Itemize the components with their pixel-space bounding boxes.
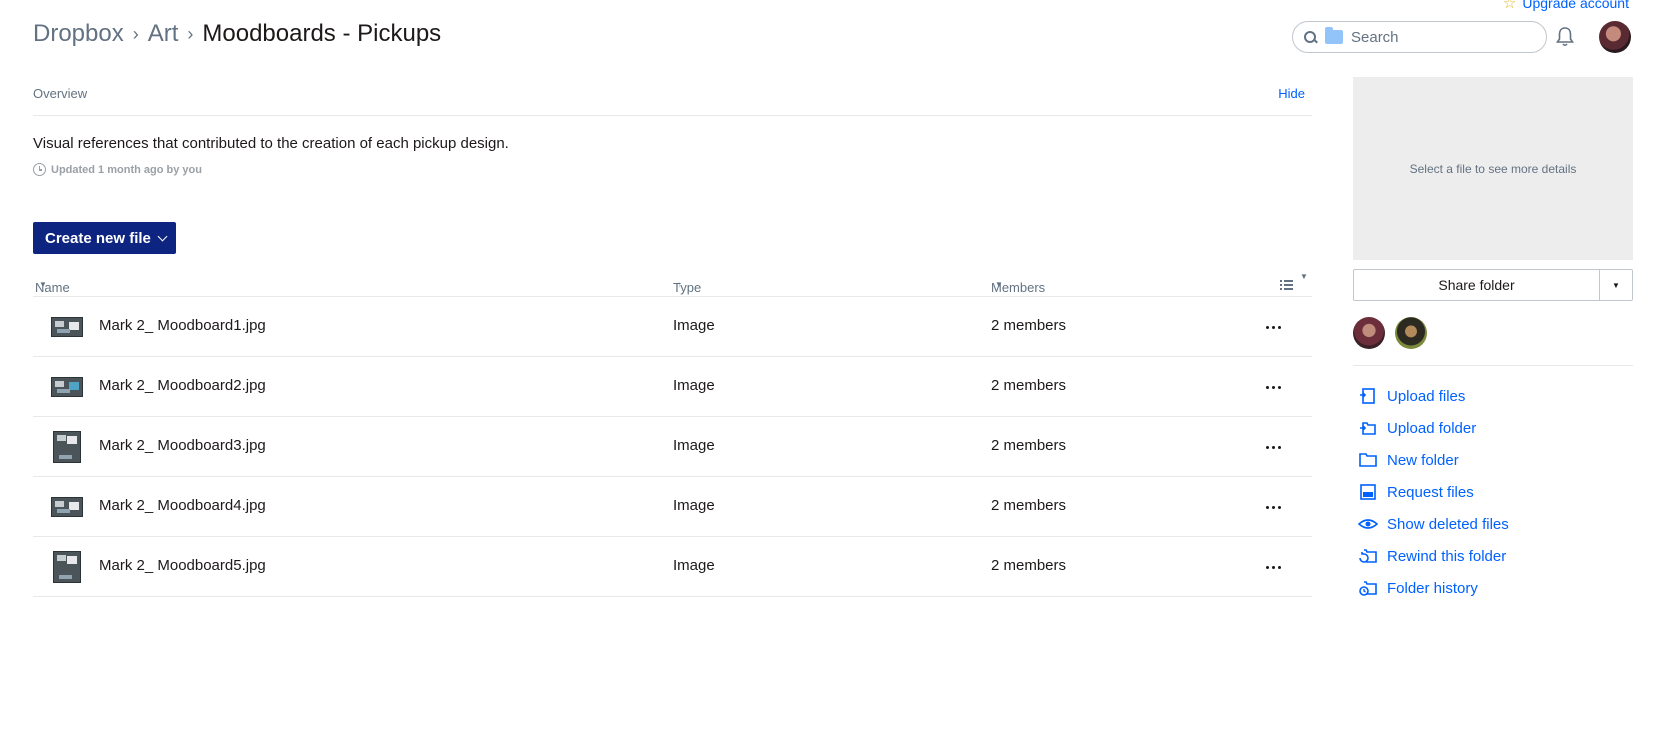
- view-toggle[interactable]: ▼: [1280, 271, 1310, 290]
- overview-header: Overview Hide: [33, 86, 1312, 116]
- file-name[interactable]: Mark 2_ Moodboard3.jpg: [99, 437, 266, 454]
- search-box[interactable]: [1292, 21, 1547, 53]
- breadcrumb-dropbox[interactable]: Dropbox: [33, 20, 124, 48]
- details-preview: Select a file to see more details: [1353, 77, 1633, 260]
- upload-files-icon: [1360, 388, 1375, 404]
- upgrade-account-link[interactable]: ☆ Upgrade account: [1503, 0, 1629, 12]
- more-options-icon[interactable]: [1263, 319, 1283, 335]
- file-type: Image: [673, 317, 715, 334]
- action-label: New folder: [1387, 451, 1459, 469]
- divider: [1353, 365, 1633, 366]
- table-row[interactable]: Mark 2_ Moodboard1.jpg Image 2 members: [33, 297, 1312, 357]
- file-name[interactable]: Mark 2_ Moodboard2.jpg: [99, 377, 266, 394]
- eye-icon: [1358, 519, 1378, 529]
- star-icon: ☆: [1502, 0, 1517, 12]
- action-label: Rewind this folder: [1387, 547, 1507, 565]
- details-placeholder: Select a file to see more details: [1409, 161, 1577, 176]
- table-row[interactable]: Mark 2_ Moodboard2.jpg Image 2 members: [33, 357, 1312, 417]
- action-label: Request files: [1387, 483, 1474, 501]
- request-files-action[interactable]: Request files: [1358, 476, 1509, 508]
- search-input[interactable]: [1351, 28, 1531, 46]
- action-label: Show deleted files: [1387, 515, 1509, 533]
- request-files-icon: [1360, 484, 1376, 500]
- table-row[interactable]: Mark 2_ Moodboard5.jpg Image 2 members: [33, 537, 1312, 597]
- upload-files-action[interactable]: Upload files: [1358, 380, 1509, 412]
- file-members: 2 members: [991, 497, 1067, 514]
- file-name[interactable]: Mark 2_ Moodboard4.jpg: [99, 497, 266, 514]
- file-members: 2 members: [991, 557, 1067, 574]
- rewind-folder-action[interactable]: Rewind this folder: [1358, 540, 1509, 572]
- file-name[interactable]: Mark 2_ Moodboard5.jpg: [99, 557, 266, 574]
- new-folder-action[interactable]: New folder: [1358, 444, 1509, 476]
- more-options-icon[interactable]: [1263, 499, 1283, 515]
- more-options-icon[interactable]: [1263, 439, 1283, 455]
- file-type: Image: [673, 557, 715, 574]
- file-members: 2 members: [991, 437, 1067, 454]
- breadcrumb: Dropbox › Art › Moodboards - Pickups: [33, 20, 441, 48]
- folder-actions: Upload files Upload folder New folder Re…: [1358, 380, 1509, 604]
- table-row[interactable]: Mark 2_ Moodboard3.jpg Image 2 members: [33, 417, 1312, 477]
- image-thumbnail: [53, 431, 81, 463]
- chevron-down-icon: [157, 231, 168, 241]
- file-name[interactable]: Mark 2_ Moodboard1.jpg: [99, 317, 266, 334]
- member-avatar[interactable]: [1395, 317, 1427, 349]
- rewind-icon: [1359, 549, 1377, 563]
- chevron-right-icon: ›: [187, 23, 194, 44]
- image-thumbnail: [51, 377, 83, 397]
- action-label: Folder history: [1387, 579, 1478, 597]
- file-members: 2 members: [991, 377, 1067, 394]
- file-members: 2 members: [991, 317, 1067, 334]
- share-dropdown-toggle[interactable]: ▼: [1599, 269, 1633, 301]
- upload-folder-icon: [1360, 422, 1376, 435]
- new-folder-icon: [1359, 453, 1377, 467]
- upload-folder-action[interactable]: Upload folder: [1358, 412, 1509, 444]
- chevron-down-icon: ▼: [1300, 272, 1308, 281]
- folder-icon: [1325, 27, 1343, 44]
- create-new-file-button[interactable]: Create new file: [33, 222, 176, 254]
- overview-label: Overview: [33, 86, 88, 101]
- bell-icon[interactable]: [1555, 26, 1575, 48]
- breadcrumb-art[interactable]: Art: [148, 20, 179, 48]
- action-label: Upload folder: [1387, 419, 1477, 437]
- folder-history-action[interactable]: Folder history: [1358, 572, 1509, 604]
- table-row[interactable]: Mark 2_ Moodboard4.jpg Image 2 members: [33, 477, 1312, 537]
- action-label: Upload files: [1387, 387, 1466, 405]
- member-avatar[interactable]: [1353, 317, 1385, 349]
- hide-overview-link[interactable]: Hide: [1278, 86, 1312, 115]
- list-view-icon: [1280, 280, 1293, 290]
- share-folder-button[interactable]: Share folder: [1353, 269, 1600, 301]
- updated-text: Updated 1 month ago by you: [51, 163, 202, 176]
- search-icon: [1303, 30, 1317, 44]
- upgrade-label: Upgrade account: [1522, 0, 1629, 11]
- file-type: Image: [673, 497, 715, 514]
- show-deleted-files-action[interactable]: Show deleted files: [1358, 508, 1509, 540]
- create-new-file-label: Create new file: [45, 229, 151, 247]
- updated-info: Updated 1 month ago by you: [33, 163, 202, 176]
- more-options-icon[interactable]: [1263, 559, 1283, 575]
- chevron-down-icon: ▼: [1612, 280, 1620, 290]
- page-title: Moodboards - Pickups: [202, 20, 442, 47]
- sort-caret-icon: ▼: [995, 280, 1003, 289]
- image-thumbnail: [53, 551, 81, 583]
- image-thumbnail: [51, 317, 83, 337]
- more-options-icon[interactable]: [1263, 379, 1283, 395]
- history-icon: [1359, 581, 1377, 596]
- folder-description: Visual references that contributed to th…: [33, 135, 509, 152]
- file-type: Image: [673, 437, 715, 454]
- table-header: Name ▼ Type ↑ Members ▼ ▼: [33, 262, 1312, 297]
- chevron-right-icon: ›: [132, 23, 139, 44]
- sort-caret-icon: ▼: [39, 280, 47, 289]
- image-thumbnail: [51, 497, 83, 517]
- sort-ascending-icon: ↑: [677, 280, 681, 289]
- avatar[interactable]: [1599, 21, 1631, 53]
- file-type: Image: [673, 377, 715, 394]
- clock-icon: [33, 163, 46, 176]
